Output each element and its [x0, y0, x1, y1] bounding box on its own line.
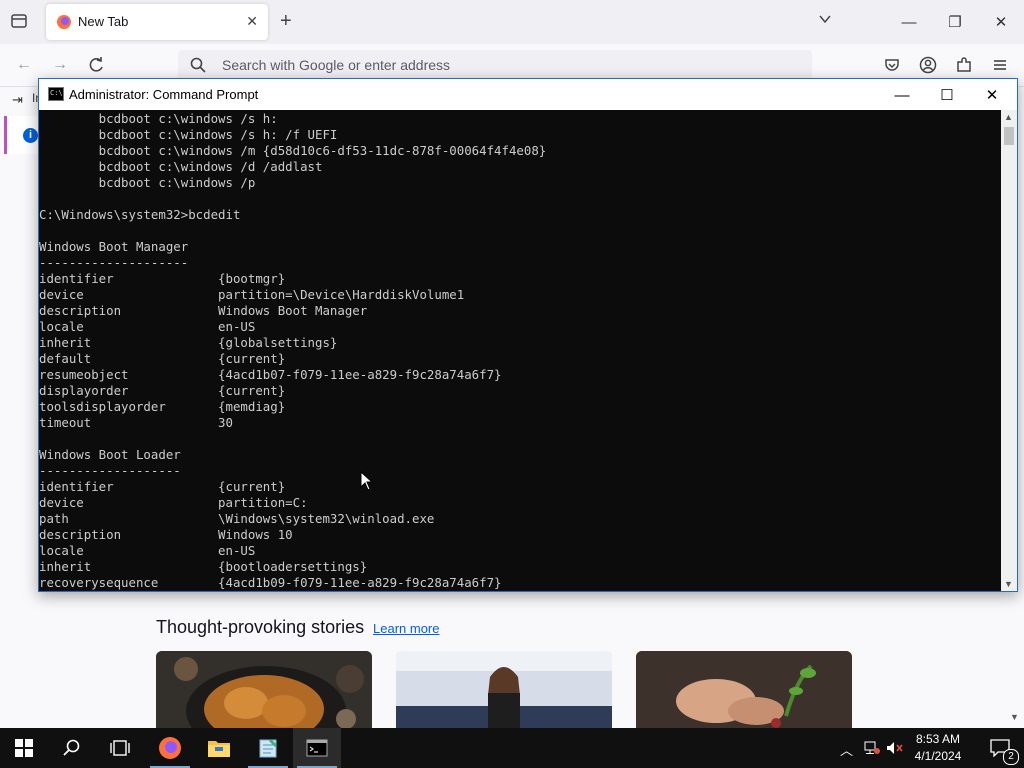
notification-count-badge: 2 [1003, 749, 1019, 765]
console-line: locale en-US [39, 319, 256, 334]
console-line: device partition=\Device\HarddiskVolume1 [39, 287, 465, 302]
info-icon: i [23, 128, 38, 143]
taskbar-firefox[interactable] [146, 728, 194, 768]
cmd-minimize-button[interactable]: — [880, 81, 924, 109]
url-bar[interactable]: Search with Google or enter address [178, 50, 812, 80]
browser-restore-button[interactable]: ❐ [940, 8, 970, 36]
cmd-maximize-button[interactable]: ☐ [925, 81, 969, 109]
story-card-image[interactable] [396, 651, 612, 728]
story-card-image[interactable] [636, 651, 852, 728]
taskbar-file-explorer[interactable] [195, 728, 243, 768]
bookmarks-toolbar: ⇥ Im [0, 86, 45, 110]
search-icon [190, 57, 206, 73]
back-arrow-icon[interactable]: ← [12, 54, 36, 76]
windows-taskbar: ︿ 8:53 AM 4/1/2024 2 [0, 728, 1024, 768]
notepad-icon [259, 739, 277, 758]
console-line: displayorder {current} [39, 383, 286, 398]
network-icon[interactable] [864, 741, 880, 755]
command-prompt-window[interactable]: C:\ Administrator: Command Prompt — ☐ ✕ … [38, 78, 1018, 592]
console-line: toolsdisplayorder {memdiag} [39, 399, 286, 414]
action-center-button[interactable]: 2 [976, 728, 1024, 768]
extensions-icon[interactable] [955, 56, 973, 74]
story-card-image[interactable] [156, 651, 372, 728]
firefox-logo-icon [57, 15, 71, 29]
list-all-tabs-icon[interactable] [818, 12, 832, 26]
browser-tab-strip: New Tab ✕ + — ❐ ✕ [0, 0, 1024, 44]
console-line: identifier {bootmgr} [39, 271, 286, 286]
console-line: recoverysequence {4acd1b09-f079-11ee-a82… [39, 575, 502, 590]
tab-new-tab[interactable]: New Tab ✕ [46, 4, 268, 40]
console-line: device partition=C: [39, 495, 308, 510]
new-tab-button[interactable]: + [280, 10, 292, 32]
cmd-app-icon: C:\ [48, 87, 64, 101]
url-placeholder: Search with Google or enter address [222, 57, 451, 73]
cmd-app-icon [306, 739, 328, 757]
console-line: bcdboot c:\windows /s h: /f UEFI [39, 127, 338, 142]
task-view-icon [110, 740, 130, 756]
cmd-title-bar[interactable]: C:\ Administrator: Command Prompt — ☐ ✕ [39, 79, 1017, 110]
console-output[interactable]: bcdboot c:\windows /s h: bcdboot c:\wind… [39, 110, 1001, 591]
tab-close-icon[interactable]: ✕ [246, 13, 258, 30]
taskbar-notepad[interactable] [244, 728, 292, 768]
console-line: inherit {bootloadersettings} [39, 559, 368, 574]
folder-icon [208, 741, 230, 757]
firefox-logo-icon [159, 737, 181, 759]
food-photo [156, 651, 372, 728]
forward-arrow-icon[interactable]: → [48, 54, 72, 76]
system-clock[interactable]: 8:53 AM 4/1/2024 [900, 731, 976, 765]
menu-hamburger-icon[interactable] [991, 56, 1009, 74]
scroll-up-icon[interactable]: ▲ [1004, 112, 1013, 122]
console-line: C:\Windows\system32>bcdedit [39, 207, 241, 222]
taskbar-search-button[interactable] [48, 728, 96, 768]
console-line: Windows Boot Loader [39, 447, 181, 462]
mouse-cursor-icon [360, 471, 374, 491]
console-line: bcdboot c:\windows /s h: [39, 111, 278, 126]
learn-more-link[interactable]: Learn more [373, 621, 439, 636]
clock-date: 4/1/2024 [914, 749, 962, 763]
browser-minimize-button[interactable]: — [894, 8, 924, 36]
console-line: bcdboot c:\windows /m {d58d10c6-df53-11d… [39, 143, 547, 158]
console-line: -------------------- [39, 255, 189, 270]
search-icon [63, 739, 80, 756]
cmd-close-button[interactable]: ✕ [970, 81, 1014, 109]
start-button[interactable] [0, 728, 48, 768]
reload-icon[interactable] [84, 54, 108, 76]
windows-logo-icon [15, 739, 33, 757]
console-line: description Windows 10 [39, 527, 293, 542]
console-line: locale en-US [39, 543, 256, 558]
console-line: default {current} [39, 351, 286, 366]
account-icon[interactable] [919, 56, 937, 74]
pocket-icon[interactable] [883, 56, 901, 74]
console-line: ------------------- [39, 463, 181, 478]
show-hidden-icons-chevron-icon[interactable]: ︿ [840, 740, 853, 759]
task-view-button[interactable] [96, 728, 144, 768]
plants-photo [636, 651, 852, 728]
stories-heading: Thought-provoking stories [156, 617, 365, 637]
console-line: description Windows Boot Manager [39, 303, 368, 318]
traveler-photo [396, 651, 612, 728]
scroll-thumb[interactable] [1004, 127, 1014, 145]
cmd-window-title: Administrator: Command Prompt [69, 87, 259, 102]
cmd-scrollbar[interactable]: ▲ ▼ [1001, 110, 1017, 591]
import-bookmarks-icon[interactable]: ⇥ [12, 92, 23, 108]
console-line: identifier {current} [39, 479, 286, 494]
console-line: timeout 30 [39, 415, 233, 430]
tab-title: New Tab [78, 14, 129, 29]
console-line: bcdboot c:\windows /p [39, 175, 256, 190]
console-line: path \Windows\system32\winload.exe [39, 511, 435, 526]
console-line: resumeobject {4acd1b07-f079-11ee-a829-f9… [39, 367, 502, 382]
taskbar-command-prompt[interactable] [293, 728, 341, 768]
page-scroll-down-icon[interactable]: ▼ [1010, 712, 1019, 722]
scroll-down-icon[interactable]: ▼ [1004, 579, 1013, 589]
clock-time: 8:53 AM [915, 732, 961, 746]
console-line: bcdboot c:\windows /d /addlast [39, 159, 323, 174]
console-line: Windows Boot Manager [39, 239, 189, 254]
firefox-view-icon[interactable] [10, 12, 28, 30]
console-line: inherit {globalsettings} [39, 335, 338, 350]
browser-close-button[interactable]: ✕ [986, 8, 1016, 36]
